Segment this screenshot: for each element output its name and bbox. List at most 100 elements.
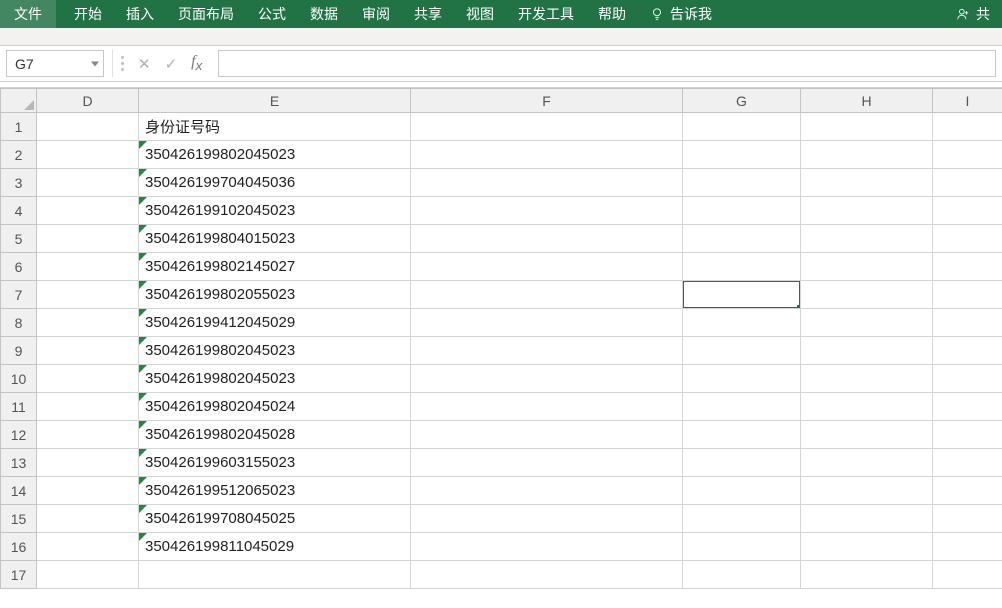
spreadsheet-grid[interactable]: D E F G H I 1身份证号码2350426199802045023335… [0, 88, 1002, 589]
cell-D6[interactable] [37, 253, 139, 281]
cell-G11[interactable] [683, 393, 801, 421]
cell-D10[interactable] [37, 365, 139, 393]
cell-H1[interactable] [801, 113, 933, 141]
row-header[interactable]: 14 [1, 477, 37, 505]
cell-G4[interactable] [683, 197, 801, 225]
cell-H14[interactable] [801, 477, 933, 505]
cell-F5[interactable] [411, 225, 683, 253]
cell-F3[interactable] [411, 169, 683, 197]
row-header[interactable]: 1 [1, 113, 37, 141]
cell-H2[interactable] [801, 141, 933, 169]
cell-E4[interactable]: 350426199102045023 [139, 197, 411, 225]
cell-G9[interactable] [683, 337, 801, 365]
cell-I4[interactable] [933, 197, 1002, 225]
cell-E9[interactable]: 350426199802045023 [139, 337, 411, 365]
ribbon-tab-file[interactable]: 文件 [0, 0, 56, 28]
cell-E15[interactable]: 350426199708045025 [139, 505, 411, 533]
ribbon-tab-formulas[interactable]: 公式 [246, 0, 298, 28]
row-header[interactable]: 7 [1, 281, 37, 309]
cell-H9[interactable] [801, 337, 933, 365]
ribbon-tab-view[interactable]: 视图 [454, 0, 506, 28]
cell-I11[interactable] [933, 393, 1002, 421]
name-box[interactable]: G7 [6, 50, 104, 77]
accept-formula-button[interactable]: ✓ [165, 55, 178, 73]
cell-G3[interactable] [683, 169, 801, 197]
cell-I10[interactable] [933, 365, 1002, 393]
row-header[interactable]: 3 [1, 169, 37, 197]
cell-G14[interactable] [683, 477, 801, 505]
cell-G12[interactable] [683, 421, 801, 449]
cell-E16[interactable]: 350426199811045029 [139, 533, 411, 561]
cell-I16[interactable] [933, 533, 1002, 561]
col-header-F[interactable]: F [411, 89, 683, 113]
cell-F13[interactable] [411, 449, 683, 477]
cell-E10[interactable]: 350426199802045023 [139, 365, 411, 393]
cell-E2[interactable]: 350426199802045023 [139, 141, 411, 169]
cell-I15[interactable] [933, 505, 1002, 533]
ribbon-tab-help[interactable]: 帮助 [586, 0, 638, 28]
cell-D17[interactable] [37, 561, 139, 589]
fill-handle[interactable] [797, 305, 801, 309]
cell-H5[interactable] [801, 225, 933, 253]
cell-E8[interactable]: 350426199412045029 [139, 309, 411, 337]
cell-F1[interactable] [411, 113, 683, 141]
cell-F17[interactable] [411, 561, 683, 589]
cell-G17[interactable] [683, 561, 801, 589]
more-icon[interactable] [121, 56, 124, 71]
cell-D15[interactable] [37, 505, 139, 533]
row-header[interactable]: 4 [1, 197, 37, 225]
cell-D13[interactable] [37, 449, 139, 477]
cell-G13[interactable] [683, 449, 801, 477]
row-header[interactable]: 17 [1, 561, 37, 589]
row-header[interactable]: 8 [1, 309, 37, 337]
cell-I7[interactable] [933, 281, 1002, 309]
cell-E7[interactable]: 350426199802055023 [139, 281, 411, 309]
cell-D1[interactable] [37, 113, 139, 141]
cancel-formula-button[interactable]: ✕ [138, 55, 151, 73]
cell-G10[interactable] [683, 365, 801, 393]
col-header-I[interactable]: I [933, 89, 1002, 113]
cell-D9[interactable] [37, 337, 139, 365]
row-header[interactable]: 10 [1, 365, 37, 393]
cell-G16[interactable] [683, 533, 801, 561]
cell-I1[interactable] [933, 113, 1002, 141]
cell-E5[interactable]: 350426199804015023 [139, 225, 411, 253]
cell-D14[interactable] [37, 477, 139, 505]
cell-D7[interactable] [37, 281, 139, 309]
cell-F14[interactable] [411, 477, 683, 505]
cell-F9[interactable] [411, 337, 683, 365]
col-header-D[interactable]: D [37, 89, 139, 113]
row-header[interactable]: 9 [1, 337, 37, 365]
cell-G5[interactable] [683, 225, 801, 253]
cell-F7[interactable] [411, 281, 683, 309]
cell-H15[interactable] [801, 505, 933, 533]
ribbon-tab-insert[interactable]: 插入 [114, 0, 166, 28]
row-header[interactable]: 5 [1, 225, 37, 253]
ribbon-tab-home[interactable]: 开始 [62, 0, 114, 28]
cell-E13[interactable]: 350426199603155023 [139, 449, 411, 477]
cell-I6[interactable] [933, 253, 1002, 281]
col-header-G[interactable]: G [683, 89, 801, 113]
cell-I2[interactable] [933, 141, 1002, 169]
cell-F4[interactable] [411, 197, 683, 225]
cell-E11[interactable]: 350426199802045024 [139, 393, 411, 421]
cell-H10[interactable] [801, 365, 933, 393]
cell-F6[interactable] [411, 253, 683, 281]
ribbon-tab-data[interactable]: 数据 [298, 0, 350, 28]
row-header[interactable]: 16 [1, 533, 37, 561]
cell-H17[interactable] [801, 561, 933, 589]
cell-G1[interactable] [683, 113, 801, 141]
cell-E14[interactable]: 350426199512065023 [139, 477, 411, 505]
ribbon-tab-review[interactable]: 审阅 [350, 0, 402, 28]
ribbon-tab-developer[interactable]: 开发工具 [506, 0, 586, 28]
cell-G15[interactable] [683, 505, 801, 533]
cell-E1[interactable]: 身份证号码 [139, 113, 411, 141]
select-all-corner[interactable] [1, 89, 37, 113]
cell-H6[interactable] [801, 253, 933, 281]
insert-function-button[interactable]: fx [191, 53, 202, 73]
row-header[interactable]: 15 [1, 505, 37, 533]
cell-E3[interactable]: 350426199704045036 [139, 169, 411, 197]
col-header-E[interactable]: E [139, 89, 411, 113]
formula-input[interactable] [218, 50, 996, 77]
cell-H7[interactable] [801, 281, 933, 309]
